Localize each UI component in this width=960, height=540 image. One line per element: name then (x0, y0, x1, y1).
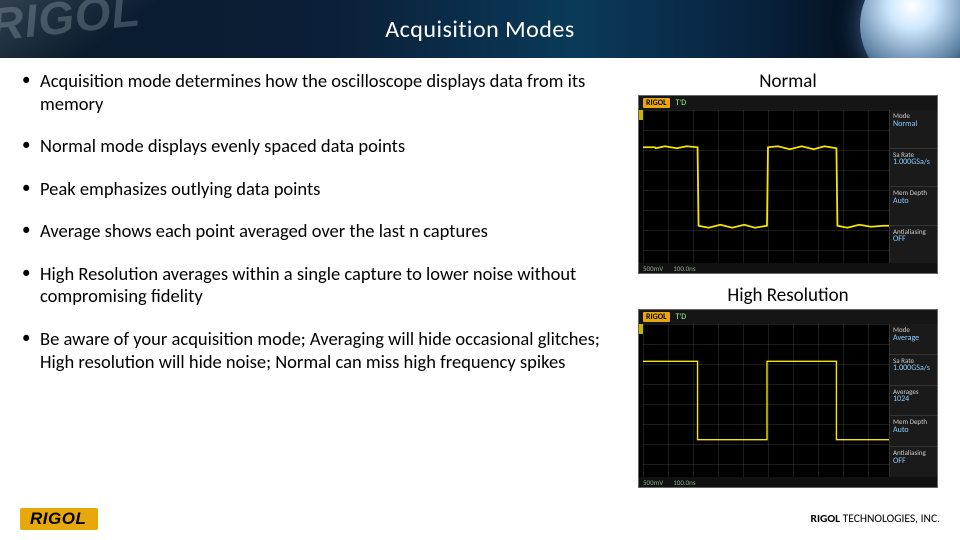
scope-plot-area (643, 110, 889, 263)
scope-trigger-status: T'D (676, 312, 687, 322)
menu-cell-antialias: Antialiasing OFF (890, 447, 937, 477)
footer-company: RIGOL TECHNOLOGIES, INC. (811, 512, 941, 526)
footer-company-bold: RIGOL (811, 512, 843, 526)
scope-side-menu: Mode Average Sa Rate 1.000GSa/s Averages… (889, 324, 937, 477)
screenshot-label-highres: High Resolution (638, 284, 938, 307)
menu-cell-averages: Averages 1024 (890, 386, 937, 417)
scope-trigger-status: T'D (676, 98, 687, 108)
scope-ch-scale: 500mV (643, 264, 663, 273)
bullet-item: Normal mode displays evenly spaced data … (22, 135, 620, 158)
menu-value: 1.000GSa/s (893, 158, 934, 167)
menu-value: 1.000GSa/s (893, 364, 934, 373)
slide-body: Acquisition mode determines how the osci… (0, 58, 960, 498)
slide-footer: RIGOL RIGOL TECHNOLOGIES, INC. (0, 504, 960, 540)
bullet-item: Acquisition mode determines how the osci… (22, 70, 620, 115)
waveform-normal (643, 110, 889, 263)
menu-value: Normal (893, 120, 934, 129)
bullet-item: High Resolution averages within a single… (22, 263, 620, 308)
slide-header: RIGOL Acquisition Modes (0, 0, 960, 58)
scope-bottom-bar: 500mV 100.0ns (639, 263, 937, 273)
scope-ch-scale: 500mV (643, 478, 663, 487)
menu-cell-mem: Mem Depth Auto (890, 187, 937, 226)
screenshot-column: Normal RIGOL T'D 1 Mode Normal Sa Rate (638, 70, 938, 498)
menu-cell-sarate: Sa Rate 1.000GSa/s (890, 149, 937, 188)
menu-value: OFF (893, 457, 934, 466)
scope-bottom-bar: 500mV 100.0ns (639, 477, 937, 487)
waveform-highres (643, 324, 889, 477)
menu-cell-mode: Mode Average (890, 324, 937, 355)
bullet-item: Peak emphasizes outlying data points (22, 178, 620, 201)
oscilloscope-screenshot-normal: RIGOL T'D 1 Mode Normal Sa Rate 1.000GSa… (638, 95, 938, 274)
bullet-column: Acquisition mode determines how the osci… (22, 70, 620, 498)
screenshot-label-normal: Normal (638, 70, 938, 93)
scope-brand-badge: RIGOL (643, 312, 670, 322)
slide-title: Acquisition Modes (385, 15, 575, 44)
menu-cell-sarate: Sa Rate 1.000GSa/s (890, 355, 937, 386)
footer-company-rest: TECHNOLOGIES, INC. (843, 512, 940, 526)
bullet-item: Be aware of your acquisition mode; Avera… (22, 328, 620, 373)
scope-timebase: 100.0ns (673, 478, 695, 487)
scope-topbar: RIGOL T'D (639, 310, 937, 324)
menu-value: Auto (893, 426, 934, 435)
bullet-list: Acquisition mode determines how the osci… (22, 70, 620, 373)
bullet-item: Average shows each point averaged over t… (22, 220, 620, 243)
scope-brand-badge: RIGOL (643, 98, 670, 108)
menu-value: Average (893, 334, 934, 343)
oscilloscope-screenshot-highres: RIGOL T'D 1 Mode Average Sa Rate 1.000GS… (638, 309, 938, 488)
header-planet-graphic (860, 0, 960, 58)
menu-cell-antialias: Antialiasing OFF (890, 226, 937, 264)
scope-plot-area (643, 324, 889, 477)
footer-logo: RIGOL (20, 508, 98, 530)
menu-value: Auto (893, 197, 934, 206)
scope-topbar: RIGOL T'D (639, 96, 937, 110)
menu-value: OFF (893, 235, 934, 244)
menu-cell-mode: Mode Normal (890, 110, 937, 149)
scope-timebase: 100.0ns (673, 264, 695, 273)
menu-value: 1024 (893, 395, 934, 404)
menu-cell-mem: Mem Depth Auto (890, 416, 937, 447)
scope-side-menu: Mode Normal Sa Rate 1.000GSa/s Mem Depth… (889, 110, 937, 263)
